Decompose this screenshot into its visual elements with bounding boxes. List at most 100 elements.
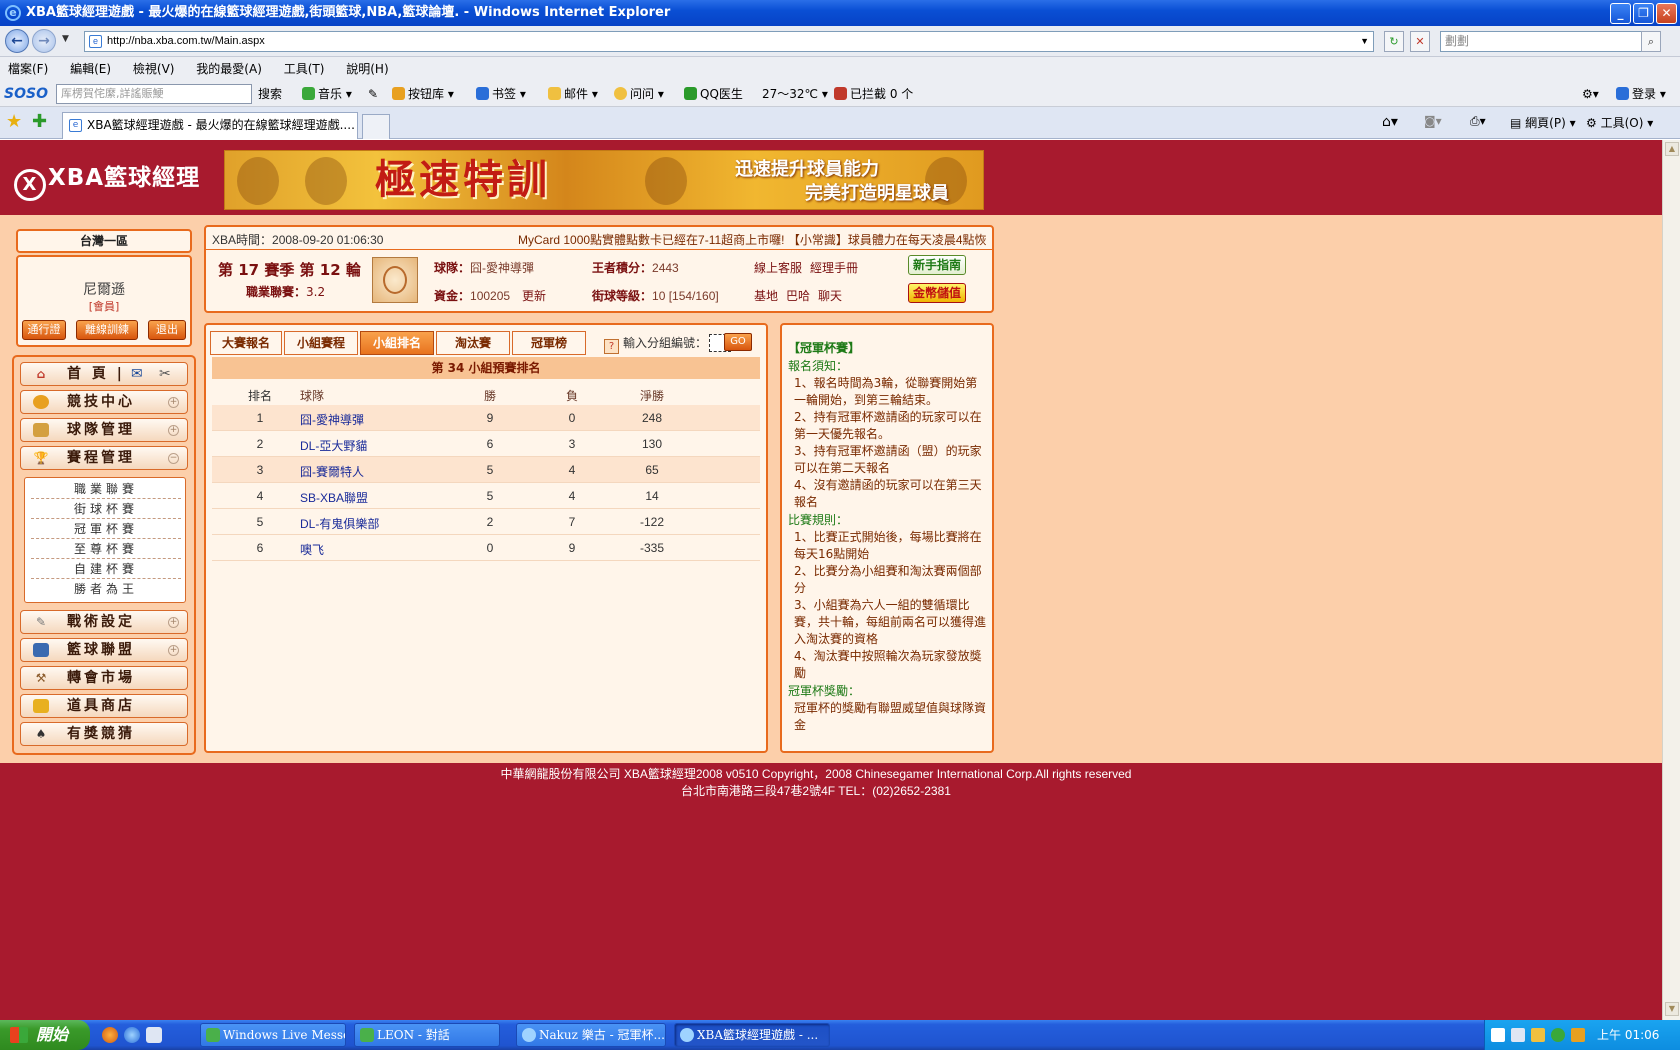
help-tray-icon[interactable] [1511,1028,1525,1042]
ime-icon[interactable] [1491,1028,1505,1042]
site-logo[interactable]: X XBA籃球經理 [14,158,200,201]
new-tab-button[interactable] [362,114,390,139]
vertical-scrollbar[interactable]: ▲ ▼ [1662,140,1680,1020]
print-icon[interactable]: ⎙▾ [1470,114,1486,129]
soso-login[interactable]: 登录 ▾ [1616,81,1666,107]
soso-search-button[interactable]: 搜索 [258,81,282,107]
firefox-icon[interactable] [102,1027,118,1043]
manager-handbook-link[interactable]: 經理手冊 [810,259,858,276]
mail-icon[interactable]: ✉ [131,363,143,385]
submenu-supreme-cup[interactable]: 至尊杯賽 [31,540,181,559]
row-team-link[interactable]: 囧-愛神導彈 [300,411,364,428]
qq-icon[interactable] [1551,1028,1565,1042]
tab-group-ranking[interactable]: 小組排名 [360,331,434,355]
url-input[interactable]: e http://nba.xba.com.tw/Main.aspx ▼ [84,31,1374,52]
nav-transfer[interactable]: ⚒ 轉會市場 [20,666,188,690]
clock[interactable]: 上午 01:06 [1597,1020,1659,1050]
tab-group-schedule[interactable]: 小組賽程 [284,331,358,355]
soso-mail[interactable]: 邮件 ▾ [548,81,598,107]
base-link[interactable]: 基地 [754,287,778,304]
submenu-winner-king[interactable]: 勝者為王 [31,580,181,599]
go-button[interactable]: GO [724,333,752,351]
chat-link[interactable]: 聊天 [818,287,842,304]
online-service-link[interactable]: 線上客服 [754,259,802,276]
back-button[interactable]: ← [5,29,29,53]
favorites-star-icon[interactable]: ★ [6,113,22,131]
page-menu[interactable]: ▤ 網頁(P) ▾ [1510,114,1576,131]
soso-bookmark[interactable]: 书签 ▾ [476,81,526,107]
stop-icon[interactable]: ✕ [1410,31,1430,52]
feeds-icon[interactable]: ◙▾ [1424,114,1442,128]
tab-current[interactable]: e XBA籃球經理遊戲 - 最火爆的在線籃球經理遊戲.... [62,112,358,139]
task-chat[interactable]: LEON - 對話 [354,1023,500,1047]
forward-button[interactable]: → [32,29,56,53]
passport-button[interactable]: 通行證 [22,320,66,340]
menu-view[interactable]: 檢視(V) [133,62,175,76]
menu-favorites[interactable]: 我的最愛(A) [196,62,262,76]
close-button[interactable]: ✕ [1656,3,1677,24]
scroll-up-icon[interactable]: ▲ [1665,142,1679,156]
nav-league[interactable]: 籃球聯盟 + [20,638,188,662]
soso-qq-doctor[interactable]: QQ医生 [684,81,743,107]
menu-file[interactable]: 檔案(F) [8,62,48,76]
soso-settings-icon[interactable]: ⚙▾ [1582,81,1599,107]
nav-shop[interactable]: 道具商店 [20,694,188,718]
menu-tools[interactable]: 工具(T) [284,62,325,76]
help-icon[interactable]: ? [604,339,619,354]
tools-menu[interactable]: ⚙ 工具(O) ▾ [1586,114,1653,131]
pencil-icon[interactable]: ✎ [368,81,378,107]
show-desktop-icon[interactable] [146,1027,162,1043]
task-nakuz[interactable]: Nakuz 樂古 - 冠軍杯... [516,1023,666,1047]
nav-team[interactable]: 球隊管理 + [20,418,188,442]
soso-ask[interactable]: 问问 ▾ [614,81,664,107]
tab-knockout[interactable]: 淘汰賽 [436,331,510,355]
maximize-button[interactable]: ❐ [1633,3,1654,24]
search-icon[interactable]: ⌕ [1641,31,1661,52]
refresh-icon[interactable]: ↻ [1384,31,1404,52]
search-input[interactable]: 劃劃 [1440,31,1658,52]
row-team-link[interactable]: DL-亞大野貓 [300,437,367,454]
tools-icon[interactable]: ✂ [159,363,171,385]
menu-help[interactable]: 說明(H) [346,62,388,76]
submenu-custom-cup[interactable]: 自建杯賽 [31,560,181,579]
task-messenger[interactable]: Windows Live Messen... [200,1023,346,1047]
window-titlebar[interactable]: e XBA籃球經理遊戲 - 最火爆的在線籃球經理遊戲,街頭籃球,NBA,籃球論壇… [0,0,1680,26]
start-button[interactable]: 開始 [0,1020,90,1050]
gold-deposit-button[interactable]: 金幣儲值 [908,283,966,303]
soso-music[interactable]: 音乐 ▾ [302,81,352,107]
url-dropdown-icon[interactable]: ▼ [1360,32,1369,51]
soso-search-input[interactable]: 厍楞賀侘縻,詳謠賑鯁 [56,84,252,104]
nav-schedule[interactable]: 🏆 賽程管理 − [20,446,188,470]
soso-weather[interactable]: 27～32℃ ▾ [762,81,828,107]
row-team-link[interactable]: 囧-賽爾特人 [300,463,364,480]
minimize-button[interactable]: _ [1610,3,1631,24]
nav-guess[interactable]: ♠ 有獎競猜 [20,722,188,746]
row-team-link[interactable]: DL-有鬼俱樂部 [300,515,379,532]
task-xba[interactable]: XBA籃球經理遊戲 - ... [674,1023,830,1047]
submenu-streetball-cup[interactable]: 街球杯賽 [31,500,181,519]
nav-tactics[interactable]: ✎ 戰術設定 + [20,610,188,634]
network-icon[interactable] [1531,1028,1545,1042]
row-team-link[interactable]: 噢飞 [300,541,324,558]
menu-edit[interactable]: 編輯(E) [70,62,111,76]
promo-banner[interactable]: 極速特訓 迅速提升球員能力 完美打造明星球員 [224,150,984,210]
submenu-champion-cup[interactable]: 冠軍杯賽 [31,520,181,539]
bahamut-link[interactable]: 巴哈 [786,287,810,304]
row-team-link[interactable]: SB-XBA聯盟 [300,489,368,506]
newbie-guide-button[interactable]: 新手指南 [908,255,966,275]
ie-quicklaunch-icon[interactable] [124,1027,140,1043]
home-icon[interactable]: ⌂▾ [1382,114,1398,130]
team-avatar[interactable] [372,257,418,303]
tab-registration[interactable]: 大賽報名 [210,331,282,355]
submenu-pro-league[interactable]: 職業聯賽 [31,480,181,499]
nav-arena[interactable]: 競技中心 + [20,390,188,414]
volume-icon[interactable] [1571,1028,1585,1042]
nav-home[interactable]: ⌂ 首 頁 | ✉ ✂ [20,362,188,386]
tab-champion-list[interactable]: 冠軍榜 [512,331,586,355]
offline-training-button[interactable]: 離線訓練 [76,320,138,340]
exit-button[interactable]: 退出 [148,320,186,340]
add-favorite-icon[interactable]: ✚ [32,113,47,131]
soso-blocked[interactable]: 已拦截 0 个 [834,81,913,107]
news-marquee[interactable]: MyCard 1000點實體點數卡已經在7-11超商上市囉! 【小常識】球員體力… [518,231,992,248]
history-dropdown-icon[interactable]: ▼ [62,34,69,44]
